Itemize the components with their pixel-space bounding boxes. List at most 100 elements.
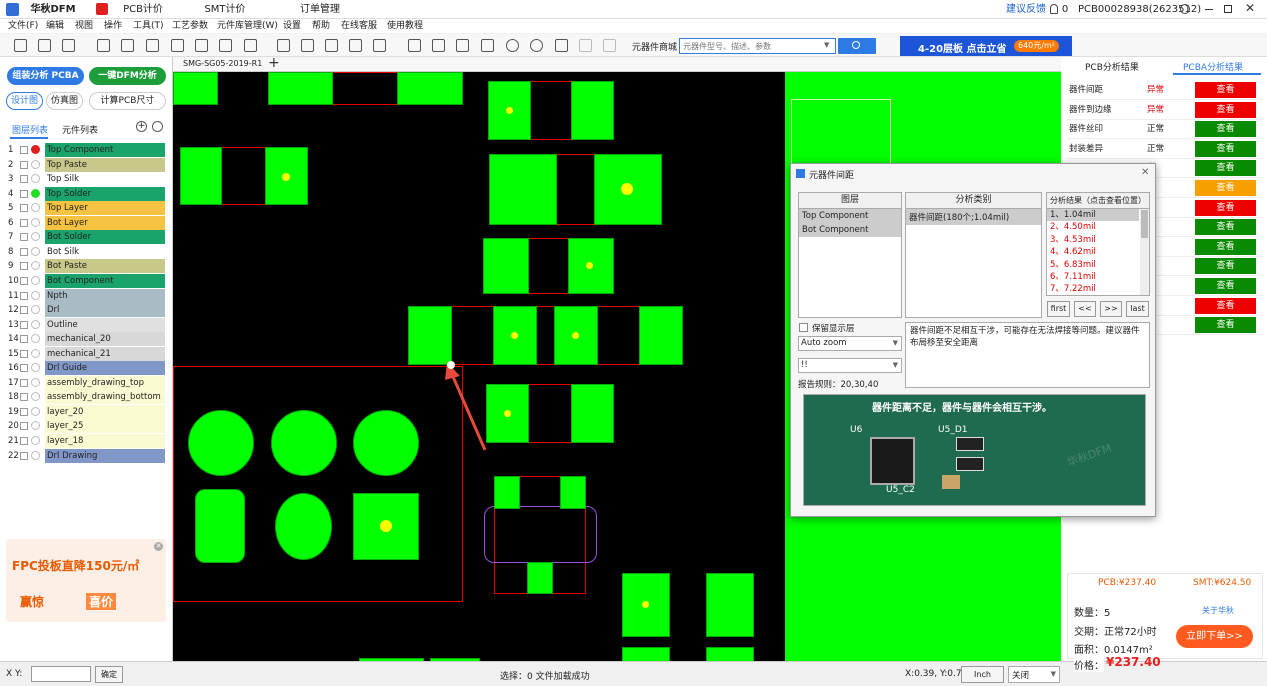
price-tab-pcb[interactable]: PCB:¥237.40 — [1098, 578, 1156, 588]
layer-checkbox[interactable] — [20, 364, 28, 373]
view-button[interactable]: 查看 — [1195, 219, 1256, 236]
pad[interactable] — [408, 306, 452, 365]
view-button[interactable]: 查看 — [1195, 278, 1256, 294]
layer-checkbox[interactable] — [20, 378, 28, 387]
layer-checkbox[interactable] — [20, 349, 28, 358]
layer-row[interactable]: 21 layer_18 — [6, 434, 166, 448]
layer-row[interactable]: 13 Outline — [6, 317, 166, 332]
tab-dfm[interactable]: 华秋DFM — [28, 0, 78, 19]
eye-icon[interactable] — [31, 305, 40, 315]
layer-row[interactable]: 7 Bot Solder — [6, 230, 166, 245]
pad[interactable] — [527, 562, 553, 594]
close-icon[interactable]: ✕ — [1245, 1, 1255, 15]
align-icon[interactable] — [219, 39, 232, 52]
tab-layer-list[interactable]: 图层列表 — [12, 123, 48, 136]
home-icon[interactable] — [555, 39, 568, 52]
view-button[interactable]: 查看 — [1195, 199, 1256, 216]
component-search-input[interactable] — [679, 38, 836, 54]
zoom-in-icon[interactable] — [506, 39, 519, 52]
layer-option-bot[interactable]: Bot Component — [799, 223, 901, 237]
component-icon[interactable] — [301, 39, 314, 52]
layers-icon[interactable] — [373, 39, 386, 52]
type-list[interactable]: 器件间距(180个;1.04mil) — [905, 208, 1042, 318]
tab-component-list[interactable]: 元件列表 — [62, 123, 98, 136]
result-item[interactable]: 2、4.50mil — [1047, 221, 1149, 233]
menu-tools[interactable]: 工具(T) — [133, 19, 164, 33]
nav-next-button[interactable]: >> — [1100, 301, 1122, 317]
right-align-icon[interactable] — [481, 39, 494, 52]
type-option[interactable]: 器件间距(180个;1.04mil) — [906, 209, 1041, 225]
add-layer-icon[interactable]: + — [136, 121, 147, 132]
pad[interactable] — [706, 647, 754, 661]
eye-icon[interactable] — [31, 174, 40, 184]
tab-pcb-price[interactable]: PCB计价 — [118, 0, 168, 19]
order-button[interactable]: 立即下单>> — [1176, 625, 1253, 648]
pad[interactable] — [489, 154, 557, 225]
result-item[interactable]: 4、4.62mil — [1047, 246, 1149, 258]
view-button[interactable]: 查看 — [1195, 297, 1256, 314]
layer-row[interactable]: 8 Bot Silk — [6, 244, 166, 259]
eye-icon[interactable] — [31, 436, 40, 445]
layer-row[interactable]: 19 layer_20 — [6, 404, 166, 419]
menu-help[interactable]: 帮助 — [312, 19, 330, 33]
eye-icon[interactable] — [31, 203, 40, 213]
account-id[interactable]: PCB00028938(2623512) — [1078, 0, 1201, 19]
eye-icon[interactable] — [31, 450, 40, 460]
ad-close-icon[interactable]: ✕ — [154, 542, 163, 551]
nav-first-button[interactable]: first — [1047, 301, 1070, 317]
open-icon[interactable] — [38, 39, 51, 52]
tab-simulation-view[interactable]: 仿真图 — [46, 92, 83, 110]
redo-icon[interactable] — [603, 39, 616, 52]
zoom-select[interactable]: Auto zoom ▼ — [798, 336, 902, 351]
eye-icon[interactable] — [31, 261, 40, 271]
eye-icon[interactable] — [31, 319, 40, 329]
add-tab-icon[interactable]: + — [268, 55, 280, 71]
view-button[interactable]: 查看 — [1195, 317, 1256, 334]
layer-checkbox[interactable] — [20, 422, 28, 431]
confirm-button[interactable]: 确定 — [95, 666, 123, 683]
layer-checkbox[interactable] — [20, 160, 28, 169]
option-select[interactable]: !! ▼ — [798, 358, 902, 373]
feedback-link[interactable]: 建议反馈 — [1005, 0, 1047, 19]
eye-icon[interactable] — [31, 145, 40, 154]
layer-checkbox[interactable] — [20, 189, 28, 198]
layer-checkbox[interactable] — [20, 437, 28, 445]
menu-file[interactable]: 文件(F) — [8, 19, 38, 33]
layer-row[interactable]: 17 assembly_drawing_top — [6, 375, 166, 390]
layer-row[interactable]: 15 mechanical_21 — [6, 346, 166, 361]
menu-process[interactable]: 工艺参数 — [172, 19, 208, 33]
layer-checkbox[interactable] — [20, 320, 28, 329]
branch-icon[interactable] — [349, 39, 362, 52]
rounded-pad[interactable] — [195, 489, 245, 563]
scrollbar-thumb[interactable] — [1141, 210, 1148, 238]
menu-service[interactable]: 在线客服 — [341, 19, 377, 33]
pad[interactable] — [622, 647, 670, 661]
unit-toggle[interactable]: Inch — [961, 666, 1004, 683]
round-pad[interactable] — [271, 410, 337, 476]
save-icon[interactable] — [14, 39, 27, 52]
layer-row[interactable]: 5 Top Layer — [6, 201, 166, 216]
restore-icon[interactable] — [1224, 5, 1232, 13]
about-link[interactable]: 关于华秋 — [1202, 605, 1234, 616]
pad[interactable] — [483, 238, 529, 294]
tab-pcba-result[interactable]: PCBA分析结果 — [1183, 60, 1243, 73]
layer-checkbox[interactable] — [20, 146, 28, 154]
menu-tutorial[interactable]: 使用教程 — [387, 19, 423, 33]
print-icon[interactable] — [62, 39, 75, 52]
eye-icon[interactable] — [31, 334, 40, 344]
layer-row[interactable]: 22 Drl Drawing — [6, 448, 166, 463]
result-item[interactable]: 3、4.53mil — [1047, 234, 1149, 246]
connect-icon[interactable] — [195, 39, 208, 52]
layer-row[interactable]: 1 Top Component — [6, 143, 166, 157]
layer-checkbox[interactable] — [20, 233, 28, 242]
tab-order[interactable]: 订单管理 — [295, 0, 345, 19]
layer-checkbox[interactable] — [20, 262, 28, 271]
layer-select-list[interactable]: Top Component Bot Component — [798, 208, 902, 318]
ad-panel[interactable]: ✕ FPC投板直降150元/㎡ 赢惊 喜价 — [6, 539, 166, 622]
oval-pad[interactable] — [275, 493, 332, 560]
round-pad[interactable] — [353, 410, 419, 476]
tab-pcb-result[interactable]: PCB分析结果 — [1085, 60, 1139, 73]
view-button[interactable]: 查看 — [1195, 82, 1256, 98]
layer-settings-icon[interactable] — [152, 121, 163, 132]
promo-banner[interactable]: 4-20层板 点击立省 640元/m² — [900, 36, 1072, 56]
